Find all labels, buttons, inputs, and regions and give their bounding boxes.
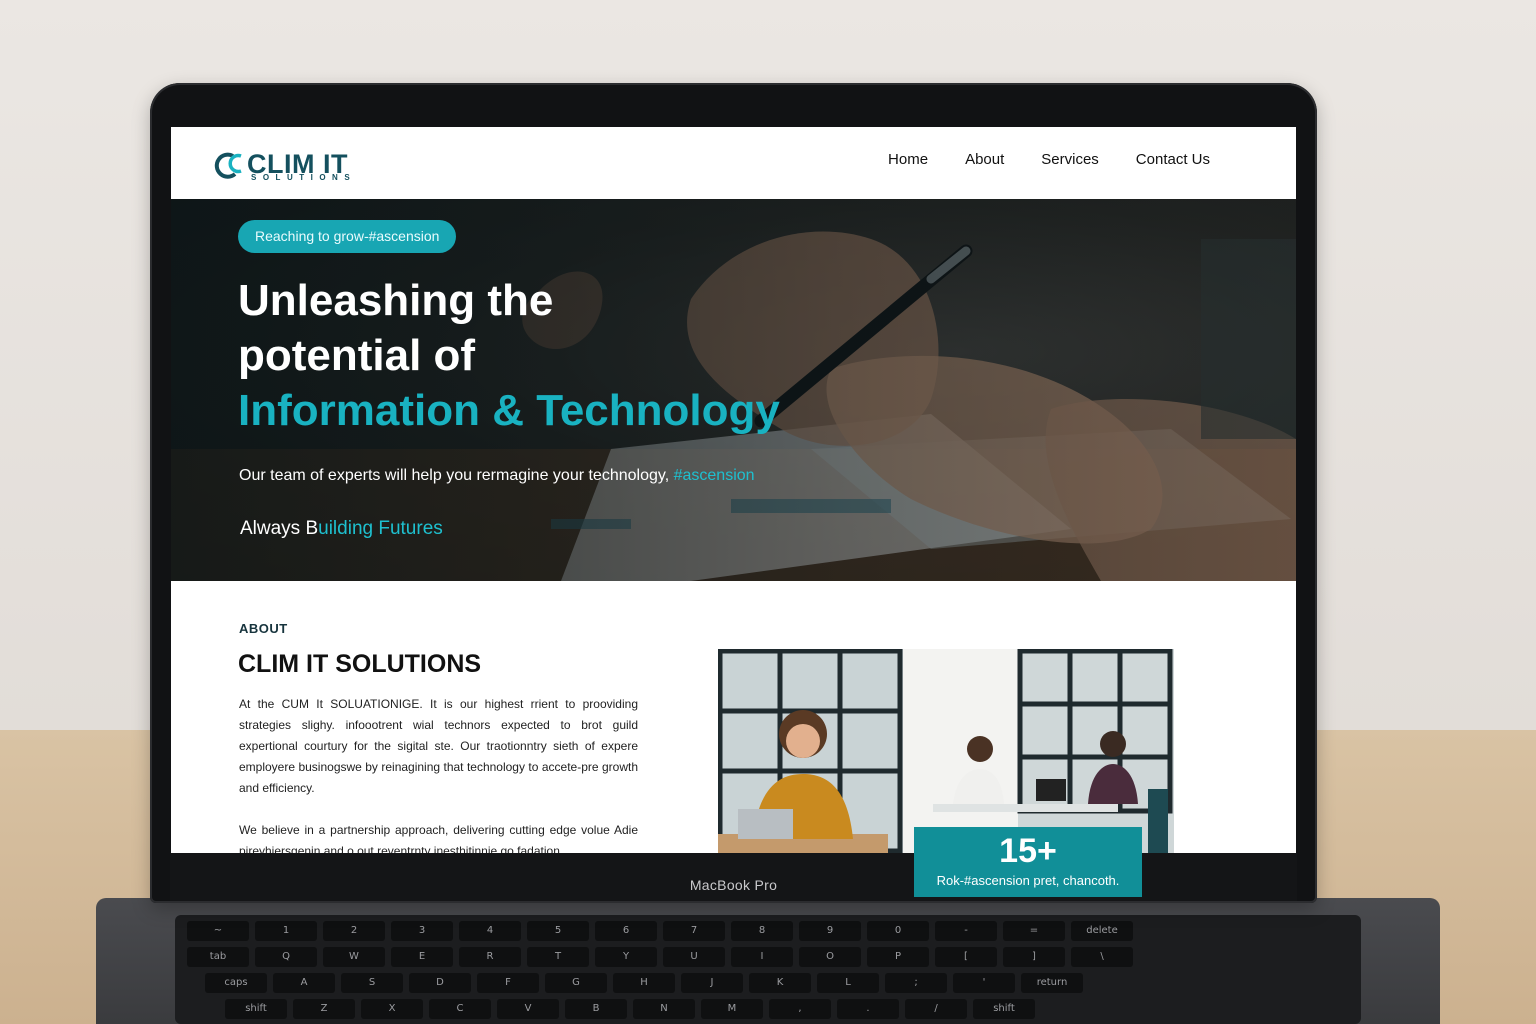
key: C — [429, 999, 491, 1019]
stat-card: 15+ Rok-#ascension pret, chancoth. — [914, 827, 1142, 897]
office-photo-image — [718, 649, 1174, 853]
stat-label: Rok-#ascension pret, chancoth. — [936, 873, 1120, 888]
nav-home[interactable]: Home — [888, 151, 928, 168]
key: 3 — [391, 921, 453, 941]
key: return — [1021, 973, 1083, 993]
key: O — [799, 947, 861, 967]
key: / — [905, 999, 967, 1019]
site-header: CLIM IT SOLUTIONS Home About Services Co… — [171, 127, 1296, 199]
key: 8 — [731, 921, 793, 941]
logo-subtitle: SOLUTIONS — [251, 173, 357, 182]
key: shift — [973, 999, 1035, 1019]
website-screen: CLIM IT SOLUTIONS Home About Services Co… — [171, 127, 1296, 853]
key: 0 — [867, 921, 929, 941]
key: 7 — [663, 921, 725, 941]
key: K — [749, 973, 811, 993]
key: P — [867, 947, 929, 967]
key: tab — [187, 947, 249, 967]
key: ] — [1003, 947, 1065, 967]
hero-tagline: Always Building Futures — [240, 518, 443, 540]
key: 4 — [459, 921, 521, 941]
keyboard: ~1 2 3 4 5 6 7 8 9 0- = delete tab Q W E R T Y U I O P [] \ cap… — [175, 915, 1361, 1024]
keyboard-row-3: caps A S D F G H J K L; ' return — [205, 973, 1083, 993]
keyboard-row-4: shift Z X C V B N M,. / shift — [225, 999, 1035, 1019]
keyboard-row-1: ~1 2 3 4 5 6 7 8 9 0- = delete — [187, 921, 1133, 941]
about-paragraph-2: We believe in a partnership approach, de… — [239, 823, 638, 853]
hero-badge[interactable]: Reaching to grow-#ascension — [238, 220, 457, 253]
key: ~ — [187, 921, 249, 941]
key: 1 — [255, 921, 317, 941]
key: Y — [595, 947, 657, 967]
key: - — [935, 921, 997, 941]
hero-subtitle: Our team of experts will help you rermag… — [239, 467, 755, 485]
key: = — [1003, 921, 1065, 941]
about-title: CLIM IT SOLUTIONS — [238, 650, 482, 678]
key: A — [273, 973, 335, 993]
key: \ — [1071, 947, 1133, 967]
hero-subtitle-hashtag: #ascension — [673, 467, 755, 484]
key: G — [545, 973, 607, 993]
hero-tagline-prefix: Always B — [240, 518, 319, 539]
key: , — [769, 999, 831, 1019]
key: . — [837, 999, 899, 1019]
key: S — [341, 973, 403, 993]
about-kicker: ABOUT — [239, 621, 288, 636]
key: V — [497, 999, 559, 1019]
key: W — [323, 947, 385, 967]
main-nav: Home About Services Contact Us — [888, 151, 1210, 168]
key: H — [613, 973, 675, 993]
key: 2 — [323, 921, 385, 941]
hero-tagline-accent: uilding Futures — [318, 518, 443, 539]
hero-title: Unleashing the potential of Information … — [238, 273, 780, 438]
nav-services[interactable]: Services — [1041, 151, 1099, 168]
key: M — [701, 999, 763, 1019]
nav-contact[interactable]: Contact Us — [1136, 151, 1210, 168]
key: shift — [225, 999, 287, 1019]
key: 6 — [595, 921, 657, 941]
key: Q — [255, 947, 317, 967]
nav-about[interactable]: About — [965, 151, 1004, 168]
key: X — [361, 999, 423, 1019]
about-paragraph-1: At the CUM It SOLUATIONIGE. It is our hi… — [239, 697, 638, 795]
key: Z — [293, 999, 355, 1019]
keyboard-row-2: tab Q W E R T Y U I O P [] \ — [187, 947, 1133, 967]
key: J — [681, 973, 743, 993]
about-section: ABOUT CLIM IT SOLUTIONS At the CUM It SO… — [171, 581, 1296, 853]
key: T — [527, 947, 589, 967]
key: E — [391, 947, 453, 967]
key: U — [663, 947, 725, 967]
key: L — [817, 973, 879, 993]
about-photo — [718, 649, 1174, 853]
key: B — [565, 999, 627, 1019]
key: N — [633, 999, 695, 1019]
hero-title-accent: Information & Technology — [238, 386, 780, 435]
key: caps — [205, 973, 267, 993]
key: D — [409, 973, 471, 993]
key: delete — [1071, 921, 1133, 941]
stat-number: 15+ — [999, 832, 1057, 870]
hero-subtitle-text: Our team of experts will help you rermag… — [239, 467, 670, 484]
hero-title-line-2: potential of — [238, 331, 476, 380]
key: ; — [885, 973, 947, 993]
key: ' — [953, 973, 1015, 993]
key: F — [477, 973, 539, 993]
key: [ — [935, 947, 997, 967]
key: 5 — [527, 921, 589, 941]
key: 9 — [799, 921, 861, 941]
key: I — [731, 947, 793, 967]
logo-mark-icon — [214, 152, 242, 179]
hero-title-line-1: Unleashing the — [238, 276, 554, 325]
hero-section: Reaching to grow-#ascension Unleashing t… — [171, 199, 1296, 581]
key: R — [459, 947, 521, 967]
